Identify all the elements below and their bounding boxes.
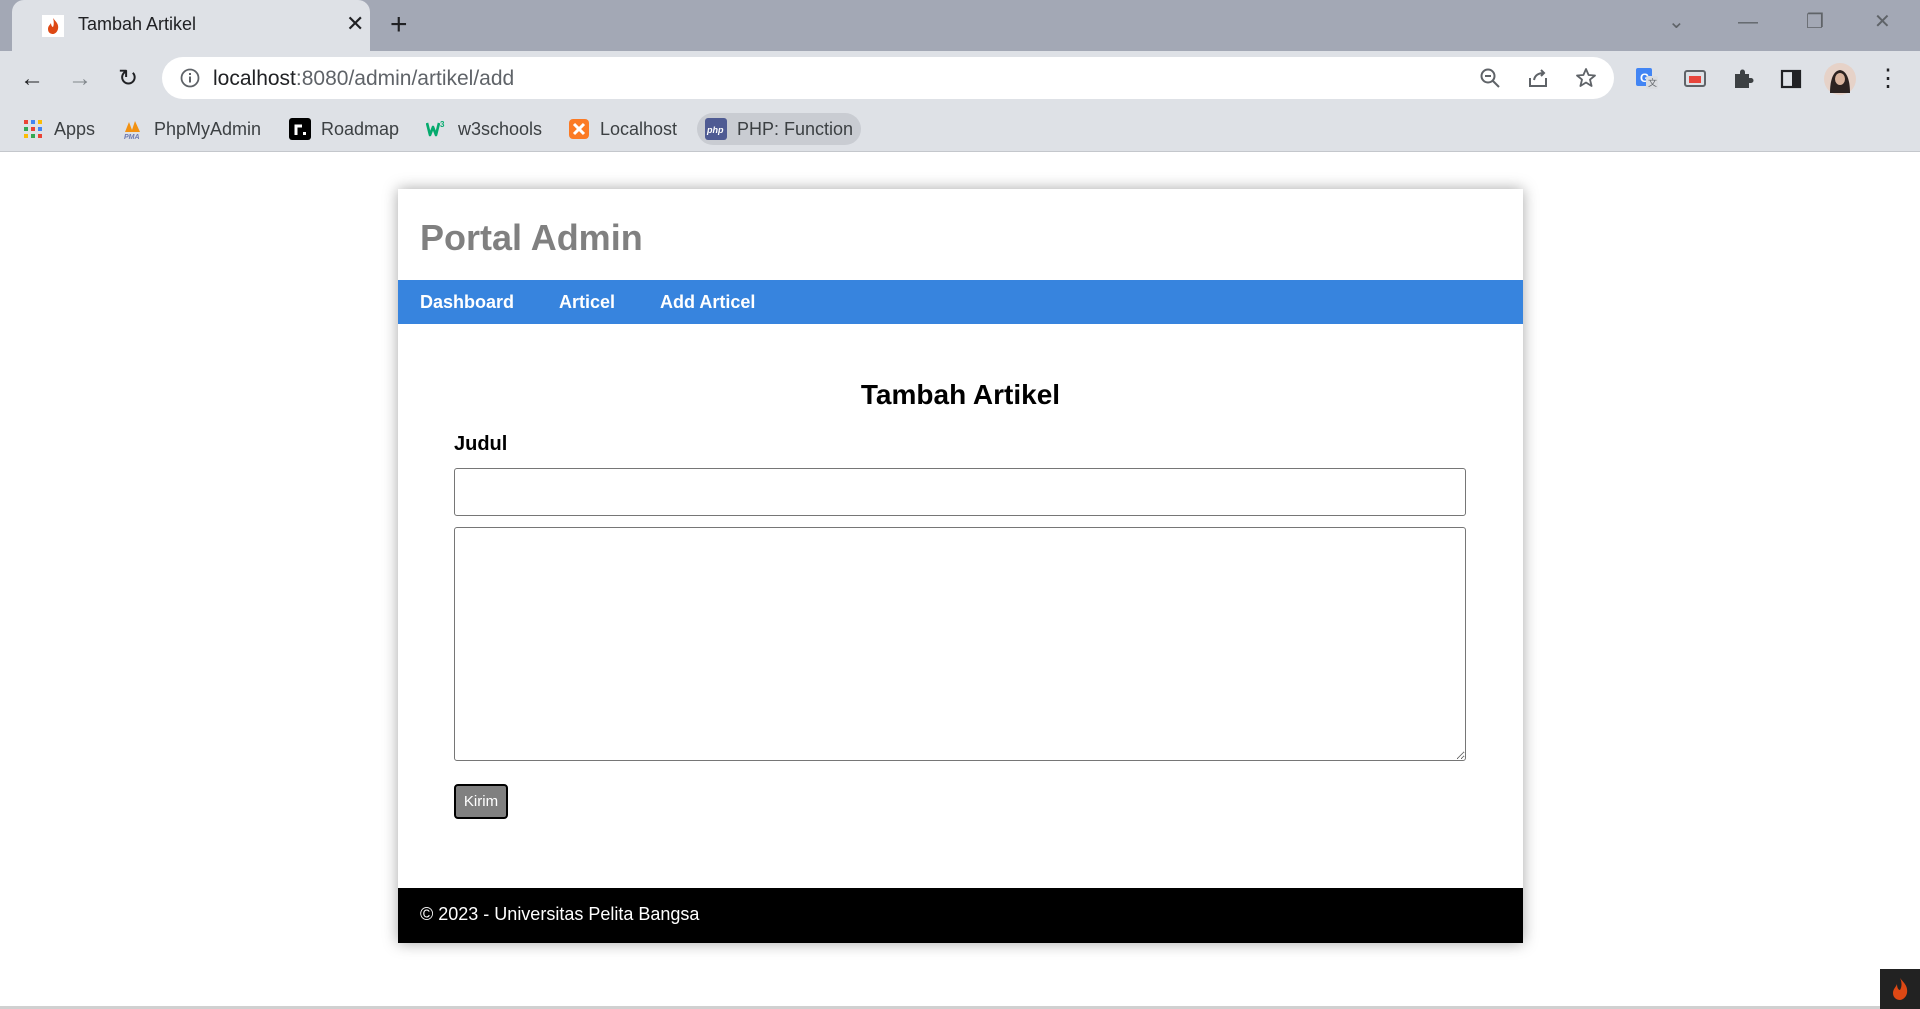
phpmyadmin-icon: PMA [124, 121, 140, 140]
url-path: :8080/admin/artikel/add [295, 67, 515, 90]
w3schools-icon: 3 [426, 120, 445, 137]
window-close-icon[interactable]: ✕ [1874, 8, 1891, 36]
form-title: Tambah Artikel [860, 379, 1061, 410]
bookmark-apps[interactable]: Apps [14, 113, 103, 145]
bookmark-phpmyadmin[interactable]: PMA PhpMyAdmin [114, 113, 269, 145]
tab-strip: Tambah Artikel ✕ + ⌄ — ❐ ✕ [0, 0, 1920, 51]
url-host: localhost [213, 67, 296, 90]
forward-icon[interactable]: → [64, 63, 96, 95]
svg-text:PMA: PMA [124, 134, 140, 140]
profile-avatar-icon[interactable] [1824, 63, 1856, 95]
close-tab-icon[interactable]: ✕ [346, 11, 364, 37]
page-footer: © 2023 - Universitas Pelita Bangsa [398, 888, 1523, 943]
side-panel-icon[interactable] [1778, 66, 1804, 92]
svg-text:文: 文 [1648, 77, 1657, 88]
svg-text:php: php [706, 125, 724, 135]
bookmark-label: w3schools [458, 118, 543, 139]
isi-textarea[interactable] [454, 527, 1466, 761]
xampp-icon [569, 119, 589, 139]
site-info-icon[interactable] [179, 67, 201, 89]
url-text: localhost:8080/admin/artikel/add [213, 67, 514, 91]
judul-label: Judul [454, 433, 508, 455]
svg-text:3: 3 [440, 120, 445, 129]
address-bar[interactable]: localhost:8080/admin/artikel/add [162, 57, 1614, 99]
extensions-puzzle-icon[interactable] [1730, 66, 1756, 92]
zoom-icon[interactable] [1478, 66, 1502, 90]
restore-icon[interactable]: ❐ [1806, 8, 1824, 36]
bookmark-label: Apps [54, 118, 96, 139]
bookmark-label: Localhost [600, 118, 678, 139]
nav-articel[interactable]: Articel [559, 292, 615, 313]
browser-menu-icon[interactable]: ⋮ [1872, 63, 1904, 95]
bookmark-roadmap[interactable]: Roadmap [281, 113, 407, 145]
kirim-button[interactable]: Kirim [454, 784, 508, 819]
browser-toolbar: ← → ↻ localhost:8080/admin/artikel/add G… [0, 51, 1920, 105]
php-icon: php [705, 118, 727, 140]
bookmarks-bar: Apps PMA PhpMyAdmin Roadmap 3 w3schools … [0, 105, 1920, 152]
nav-dashboard[interactable]: Dashboard [420, 292, 514, 313]
tab-search-chevron-icon[interactable]: ⌄ [1668, 8, 1685, 36]
back-icon[interactable]: ← [16, 63, 48, 95]
judul-input[interactable] [454, 468, 1466, 516]
nav-add-articel[interactable]: Add Articel [660, 292, 755, 313]
codeigniter-flame-icon [1893, 978, 1908, 1000]
main-navbar: Dashboard Articel Add Articel [398, 280, 1523, 324]
bookmark-label: Roadmap [321, 118, 400, 139]
codeigniter-flame-icon [42, 15, 64, 37]
bookmark-label: PHP: Function [737, 118, 854, 139]
bookmark-star-icon[interactable] [1574, 66, 1598, 90]
bookmark-localhost[interactable]: Localhost [560, 113, 685, 145]
share-icon[interactable] [1526, 66, 1550, 90]
reload-icon[interactable]: ↻ [112, 63, 144, 95]
apps-grid-icon [24, 120, 42, 138]
new-tab-icon[interactable]: + [390, 9, 408, 41]
google-translate-icon[interactable]: G 文 [1634, 66, 1660, 92]
admin-container: Portal Admin Dashboard Articel Add Artic… [398, 189, 1523, 943]
bookmark-label: PhpMyAdmin [154, 118, 262, 139]
cast-icon[interactable] [1682, 66, 1708, 92]
site-brand: Portal Admin [420, 217, 643, 258]
bookmark-w3schools[interactable]: 3 w3schools [418, 113, 550, 145]
bookmark-php-function[interactable]: php PHP: Function [697, 113, 862, 145]
tab-title: Tambah Artikel [78, 14, 197, 34]
footer-text: © 2023 - Universitas Pelita Bangsa [420, 904, 700, 924]
minimize-icon[interactable]: — [1738, 8, 1758, 36]
debug-toolbar-toggle[interactable] [1880, 969, 1920, 1009]
browser-tab[interactable]: Tambah Artikel ✕ [12, 0, 370, 51]
roadmap-icon [289, 118, 311, 140]
